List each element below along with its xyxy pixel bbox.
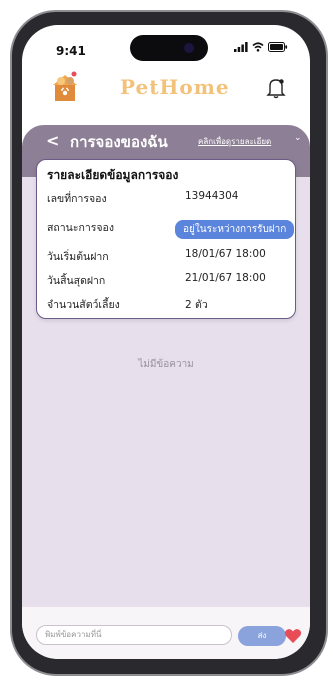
- pet-count-value: 2 ตัว: [185, 299, 208, 311]
- empty-chat-text: ไม่มีข้อความ: [138, 359, 194, 370]
- signal-icon: [234, 42, 248, 52]
- pet-count-label: จำนวนสัตว์เลี้ยง: [47, 299, 120, 311]
- chevron-down-icon[interactable]: ⌄: [294, 133, 302, 143]
- status-time: 9:41: [56, 44, 86, 58]
- status-badge: อยู่ในระหว่างการรับฝาก: [175, 220, 295, 239]
- booking-id-label: เลขที่การจอง: [47, 193, 107, 205]
- wifi-icon: [252, 42, 264, 52]
- card-title: รายละเอียดข้อมูลการจอง: [47, 168, 179, 182]
- status-icons: [234, 42, 288, 52]
- back-button[interactable]: <: [46, 131, 59, 150]
- heart-icon[interactable]: [284, 627, 302, 645]
- page-title: การจองของฉัน: [70, 133, 168, 151]
- brand-name: PetHome: [120, 75, 230, 99]
- booking-detail-card: รายละเอียดข้อมูลการจอง เลขที่การจอง 1394…: [36, 159, 296, 319]
- dynamic-island: [130, 35, 208, 61]
- start-date-value: 18/01/67 18:00: [185, 248, 266, 260]
- send-button[interactable]: ส่ง: [238, 626, 286, 646]
- phone-screen: 9:41 PetHome < การจองของฉัน คลิกเพื่อดูร…: [22, 25, 310, 659]
- detail-link[interactable]: คลิกเพื่อดูรายละเอียด: [198, 135, 271, 148]
- app-header: PetHome: [22, 69, 310, 119]
- start-date-label: วันเริ่มต้นฝาก: [47, 251, 109, 263]
- end-date-label: วันสิ้นสุดฝาก: [47, 275, 106, 287]
- booking-status-label: สถานะการจอง: [47, 222, 114, 234]
- pethome-logo-icon[interactable]: [50, 71, 80, 103]
- message-input[interactable]: พิมพ์ข้อความที่นี่: [36, 625, 232, 645]
- battery-icon: [268, 42, 288, 52]
- booking-id-value: 13944304: [185, 190, 239, 202]
- end-date-value: 21/01/67 18:00: [185, 272, 266, 284]
- notification-bell-icon[interactable]: [266, 77, 286, 99]
